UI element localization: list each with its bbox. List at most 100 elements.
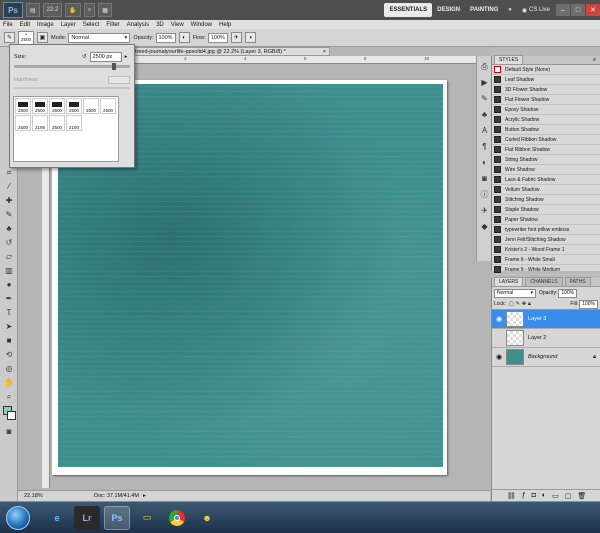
style-item[interactable]: Wire Shadow bbox=[492, 165, 600, 175]
ie-icon[interactable]: e bbox=[44, 506, 70, 530]
brush-preset[interactable]: 2500 bbox=[66, 98, 82, 114]
brush-tool-side-icon[interactable]: ✎ bbox=[2, 208, 16, 221]
style-item[interactable]: Frame It - White Small bbox=[492, 255, 600, 265]
brush-preset[interactable]: 2500 bbox=[49, 115, 65, 131]
style-item[interactable]: Staple Shadow bbox=[492, 205, 600, 215]
arrange-documents-icon[interactable]: ▦ bbox=[98, 3, 112, 17]
brush-preset[interactable]: 2500 bbox=[32, 98, 48, 114]
style-item[interactable]: Paper Shadow bbox=[492, 215, 600, 225]
eye-icon[interactable]: ◉ bbox=[494, 352, 504, 362]
folder-icon[interactable]: ▭ bbox=[134, 506, 160, 530]
mode-select[interactable]: Normal ▾ bbox=[68, 32, 131, 43]
tab-styles[interactable]: STYLES bbox=[494, 55, 524, 64]
style-item[interactable]: Flat Ribbon Shadow bbox=[492, 145, 600, 155]
opacity-field[interactable]: 100% bbox=[155, 32, 176, 43]
path-selection-tool-icon[interactable]: ➤ bbox=[2, 320, 16, 333]
style-item[interactable]: Frame It - White Medium bbox=[492, 265, 600, 275]
new-layer-icon[interactable]: ▢ bbox=[565, 492, 572, 500]
lock-paint-icon[interactable]: ✎ bbox=[516, 301, 520, 307]
clone-source-icon[interactable]: ♣ bbox=[479, 109, 490, 120]
brush-preset[interactable]: 2160 bbox=[66, 115, 82, 131]
style-item[interactable]: Jenn Felt/Stitching Shadow bbox=[492, 235, 600, 245]
style-item[interactable]: 3D Flower Shadow bbox=[492, 85, 600, 95]
status-arrow-icon[interactable]: ▸ bbox=[143, 493, 146, 499]
type-tool-icon[interactable]: T bbox=[2, 306, 16, 319]
menu-3d[interactable]: 3D bbox=[156, 22, 164, 28]
adjustment-layer-icon[interactable]: ◐ bbox=[542, 492, 546, 499]
layer-row[interactable]: Layer 2 bbox=[492, 329, 600, 348]
brush-panel-icon[interactable]: ✎ bbox=[479, 93, 490, 104]
quick-mask-icon[interactable]: ◙ bbox=[2, 425, 16, 438]
style-item[interactable]: Stitching Shadow bbox=[492, 195, 600, 205]
eraser-tool-icon[interactable]: ▱ bbox=[2, 250, 16, 263]
menu-filter[interactable]: Filter bbox=[106, 22, 119, 28]
eye-icon[interactable] bbox=[494, 333, 504, 343]
workspace-more[interactable]: » bbox=[503, 3, 516, 17]
airbrush-icon[interactable]: ✈ bbox=[230, 32, 242, 43]
dodge-tool-icon[interactable]: ● bbox=[2, 278, 16, 291]
tab-channels[interactable]: CHANNELS bbox=[525, 277, 563, 286]
clone-stamp-tool-icon[interactable]: ♣ bbox=[2, 222, 16, 235]
menu-file[interactable]: File bbox=[3, 22, 13, 28]
menu-layer[interactable]: Layer bbox=[61, 22, 76, 28]
workspace-essentials[interactable]: ESSENTIALS bbox=[384, 3, 433, 17]
pressure-opacity-icon[interactable]: ◐ bbox=[178, 32, 190, 43]
healing-tool-icon[interactable]: ✚ bbox=[2, 194, 16, 207]
menu-edit[interactable]: Edit bbox=[20, 22, 30, 28]
masks-panel-icon[interactable]: ◙ bbox=[479, 173, 490, 184]
style-item[interactable]: Vellum Shadow bbox=[492, 185, 600, 195]
eye-icon[interactable]: ◉ bbox=[494, 314, 504, 324]
photoshop-taskbar-icon[interactable]: Ps bbox=[104, 505, 130, 530]
menu-window[interactable]: Window bbox=[191, 22, 212, 28]
delete-layer-icon[interactable]: 🗑︎ bbox=[577, 492, 586, 500]
style-item[interactable]: Button Shadow bbox=[492, 125, 600, 135]
style-item[interactable]: Flat Flower Shadow bbox=[492, 95, 600, 105]
brush-tool-icon[interactable]: ✎ bbox=[4, 32, 15, 43]
brush-preset[interactable]: 2500 bbox=[100, 98, 116, 114]
layer-row[interactable]: ◉ Layer 3 bbox=[492, 310, 600, 329]
lock-transparency-icon[interactable]: ▢ bbox=[509, 301, 514, 307]
add-mask-icon[interactable]: ◘ bbox=[532, 492, 536, 499]
panel-menu-icon[interactable]: ≡ bbox=[589, 56, 600, 64]
close-button[interactable]: ✕ bbox=[586, 4, 600, 16]
zoom-level-select[interactable]: 22.2 bbox=[42, 3, 63, 17]
workspace-design[interactable]: DESIGN bbox=[432, 3, 465, 17]
adjustments-panel-icon[interactable]: ◐ bbox=[479, 157, 490, 168]
layer-opacity-field[interactable]: 100% bbox=[558, 288, 578, 298]
size-slider[interactable] bbox=[14, 63, 130, 70]
shape-tool-icon[interactable]: ■ bbox=[2, 334, 16, 347]
size-slider-thumb[interactable] bbox=[112, 63, 116, 70]
eyedropper-tool-icon[interactable]: ⁄ bbox=[2, 180, 16, 193]
style-item[interactable]: Curled Ribbon Shadow bbox=[492, 135, 600, 145]
menu-analysis[interactable]: Analysis bbox=[127, 22, 149, 28]
panel-menu-icon[interactable]: ▸ bbox=[125, 54, 128, 60]
brush-preset-picker[interactable]: • 2500 bbox=[18, 30, 35, 45]
hand-icon[interactable]: ✋ bbox=[65, 3, 81, 17]
3d-panel-icon[interactable]: ◆ bbox=[479, 221, 490, 232]
brush-preset[interactable]: 2500 bbox=[83, 98, 99, 114]
color-swatches[interactable] bbox=[0, 404, 17, 424]
start-button[interactable] bbox=[6, 505, 30, 530]
gradient-tool-icon[interactable]: ▥ bbox=[2, 264, 16, 277]
3d-orbit-tool-icon[interactable]: ◎ bbox=[2, 362, 16, 375]
zoom-tool-side-icon[interactable]: ⌕ bbox=[2, 390, 16, 403]
lock-move-icon[interactable]: ✥ bbox=[522, 301, 526, 307]
workspace-painting[interactable]: PAINTING bbox=[465, 3, 503, 17]
cs-live-button[interactable]: ◉ CS Live bbox=[517, 3, 555, 17]
navigator-panel-icon[interactable]: ✈ bbox=[479, 205, 490, 216]
style-item[interactable]: String Shadow bbox=[492, 155, 600, 165]
character-panel-icon[interactable]: A bbox=[479, 125, 490, 136]
style-item[interactable]: typewriter font pillow emboss bbox=[492, 225, 600, 235]
lightroom-icon[interactable]: Lr bbox=[74, 505, 100, 530]
style-item[interactable]: Acrylic Shadow bbox=[492, 115, 600, 125]
style-item[interactable]: Default Style (None) bbox=[492, 65, 600, 75]
chrome-icon[interactable] bbox=[164, 506, 190, 530]
menu-view[interactable]: View bbox=[171, 22, 184, 28]
menu-select[interactable]: Select bbox=[83, 22, 100, 28]
background-color[interactable] bbox=[7, 411, 16, 420]
brush-preset[interactable]: 2500 bbox=[15, 115, 31, 131]
new-group-icon[interactable]: ▭ bbox=[552, 492, 559, 500]
tab-paths[interactable]: PATHS bbox=[564, 277, 591, 286]
maximize-button[interactable]: □ bbox=[571, 4, 585, 16]
brush-panel-toggle-icon[interactable]: ▣ bbox=[37, 32, 49, 43]
